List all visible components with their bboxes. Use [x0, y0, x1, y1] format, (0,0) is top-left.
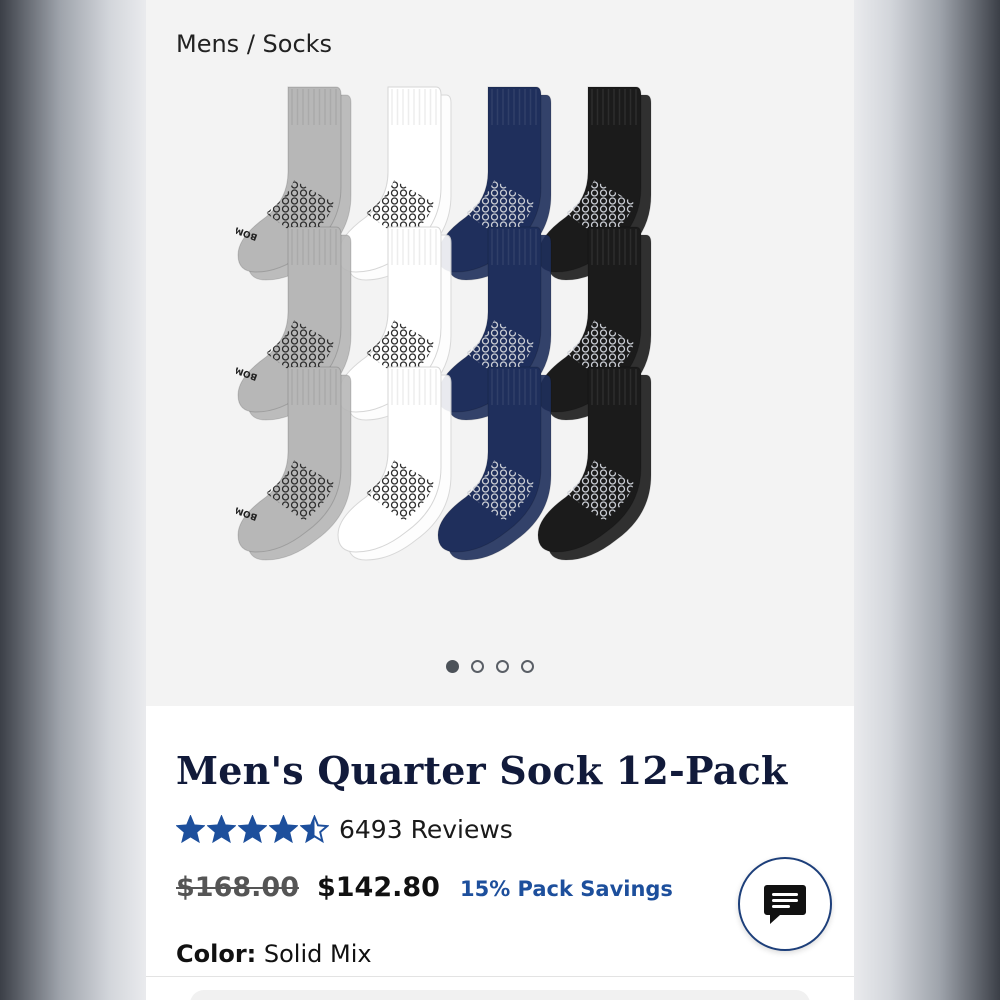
star-icon	[207, 815, 236, 844]
carousel-dot-3[interactable]	[496, 660, 509, 673]
price-row: $168.00 $142.80 15% Pack Savings	[176, 872, 673, 903]
carousel-dots	[446, 660, 534, 673]
product-title: Men's Quarter Sock 12-Pack	[176, 748, 788, 793]
breadcrumb[interactable]: Mens / Socks	[176, 30, 332, 58]
star-icon	[300, 815, 329, 844]
color-value: Solid Mix	[263, 940, 372, 968]
pack-savings-badge: 15% Pack Savings	[459, 877, 673, 901]
product-gallery[interactable]: Mens / Socks BOMBAS BOMBAS BOMBAS	[146, 0, 854, 706]
product-rating[interactable]: 6493 Reviews	[176, 815, 513, 844]
chat-bubble-icon	[764, 885, 806, 924]
divider	[146, 976, 854, 977]
star-icon	[176, 815, 205, 844]
bottom-bar	[190, 990, 810, 1000]
product-page: Mens / Socks BOMBAS BOMBAS BOMBAS Men's Qu…	[146, 0, 854, 1000]
rating-stars	[176, 815, 329, 844]
carousel-dot-4[interactable]	[521, 660, 534, 673]
star-icon	[238, 815, 267, 844]
reviews-link[interactable]: 6493 Reviews	[339, 815, 513, 844]
color-label: Color:	[176, 940, 257, 968]
original-price: $168.00	[176, 872, 299, 903]
product-image[interactable]: BOMBASBOMBASBOMBAS	[236, 85, 766, 605]
carousel-dot-1[interactable]	[446, 660, 459, 673]
current-price: $142.80	[316, 872, 440, 903]
star-icon	[269, 815, 298, 844]
chat-button[interactable]	[738, 857, 832, 951]
color-selection: Color: Solid Mix	[176, 940, 372, 968]
carousel-dot-2[interactable]	[471, 660, 484, 673]
